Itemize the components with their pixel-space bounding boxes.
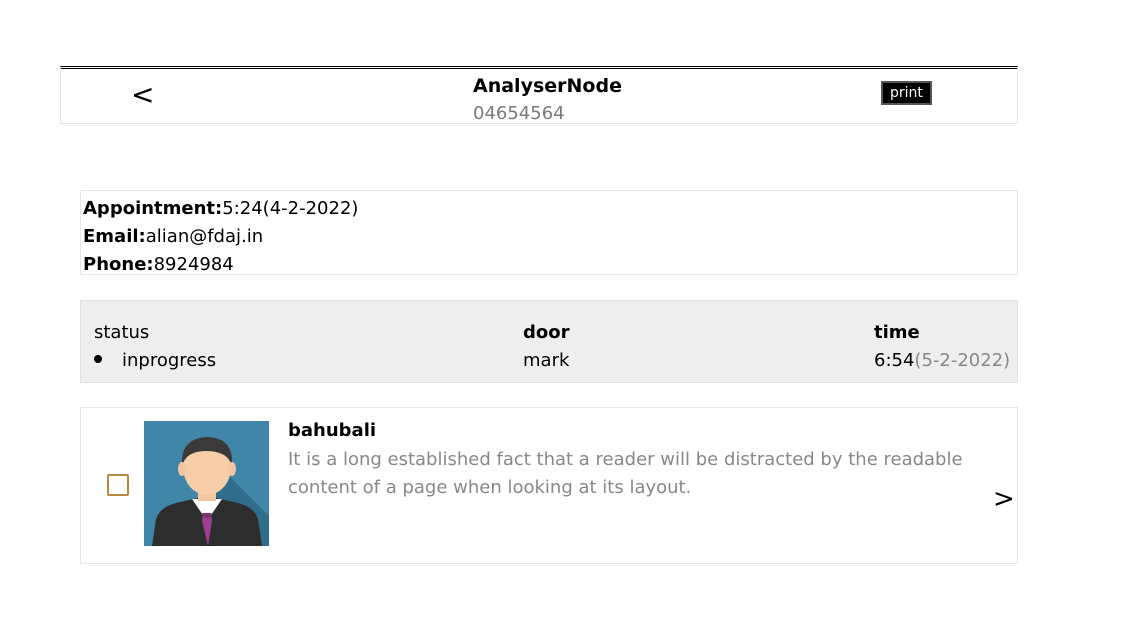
- status-header: status: [94, 322, 150, 343]
- appointment-value: 5:24(4-2-2022): [222, 198, 359, 219]
- card-description: It is a long established fact that a rea…: [288, 449, 963, 498]
- email-row: Email:alian@fdaj.in: [83, 223, 1017, 251]
- appointment-label: Appointment:: [83, 198, 223, 219]
- status-value-row: inprogress: [94, 347, 216, 375]
- status-panel: status inprogress door mark time 6:54(5-…: [80, 300, 1018, 383]
- list-item-card[interactable]: bahubali It is a long established fact t…: [80, 407, 1018, 564]
- phone-value: 8924984: [153, 254, 234, 275]
- time-header: time: [874, 322, 920, 343]
- chevron-right-icon[interactable]: >: [993, 486, 1015, 512]
- card-name: bahubali: [288, 420, 377, 441]
- contact-info: Appointment:5:24(4-2-2022) Email:alian@f…: [80, 190, 1018, 275]
- header-title-group: AnalyserNode 04654564: [473, 74, 622, 126]
- phone-row: Phone:8924984: [83, 251, 1017, 279]
- time-value: 6:54: [874, 350, 915, 371]
- status-column: status inprogress: [94, 319, 216, 375]
- appointment-row: Appointment:5:24(4-2-2022): [83, 195, 1017, 223]
- phone-label: Phone:: [83, 254, 154, 275]
- time-date: (5-2-2022): [914, 350, 1011, 371]
- page-title: AnalyserNode: [473, 75, 622, 97]
- page-subtitle: 04654564: [473, 103, 565, 124]
- print-button[interactable]: print: [881, 81, 932, 105]
- door-value: mark: [523, 350, 570, 371]
- avatar: [144, 421, 269, 546]
- select-checkbox[interactable]: [107, 474, 129, 496]
- email-label: Email:: [83, 226, 146, 247]
- door-column: door mark: [523, 319, 570, 375]
- time-value-row: 6:54(5-2-2022): [874, 347, 1010, 375]
- door-header: door: [523, 322, 570, 343]
- bullet-icon: [94, 355, 102, 363]
- status-value: inprogress: [122, 350, 217, 371]
- back-icon[interactable]: <: [131, 81, 154, 109]
- header-bar: < AnalyserNode 04654564 print: [60, 66, 1018, 124]
- time-column: time 6:54(5-2-2022): [874, 319, 1010, 375]
- email-value: alian@fdaj.in: [145, 226, 264, 247]
